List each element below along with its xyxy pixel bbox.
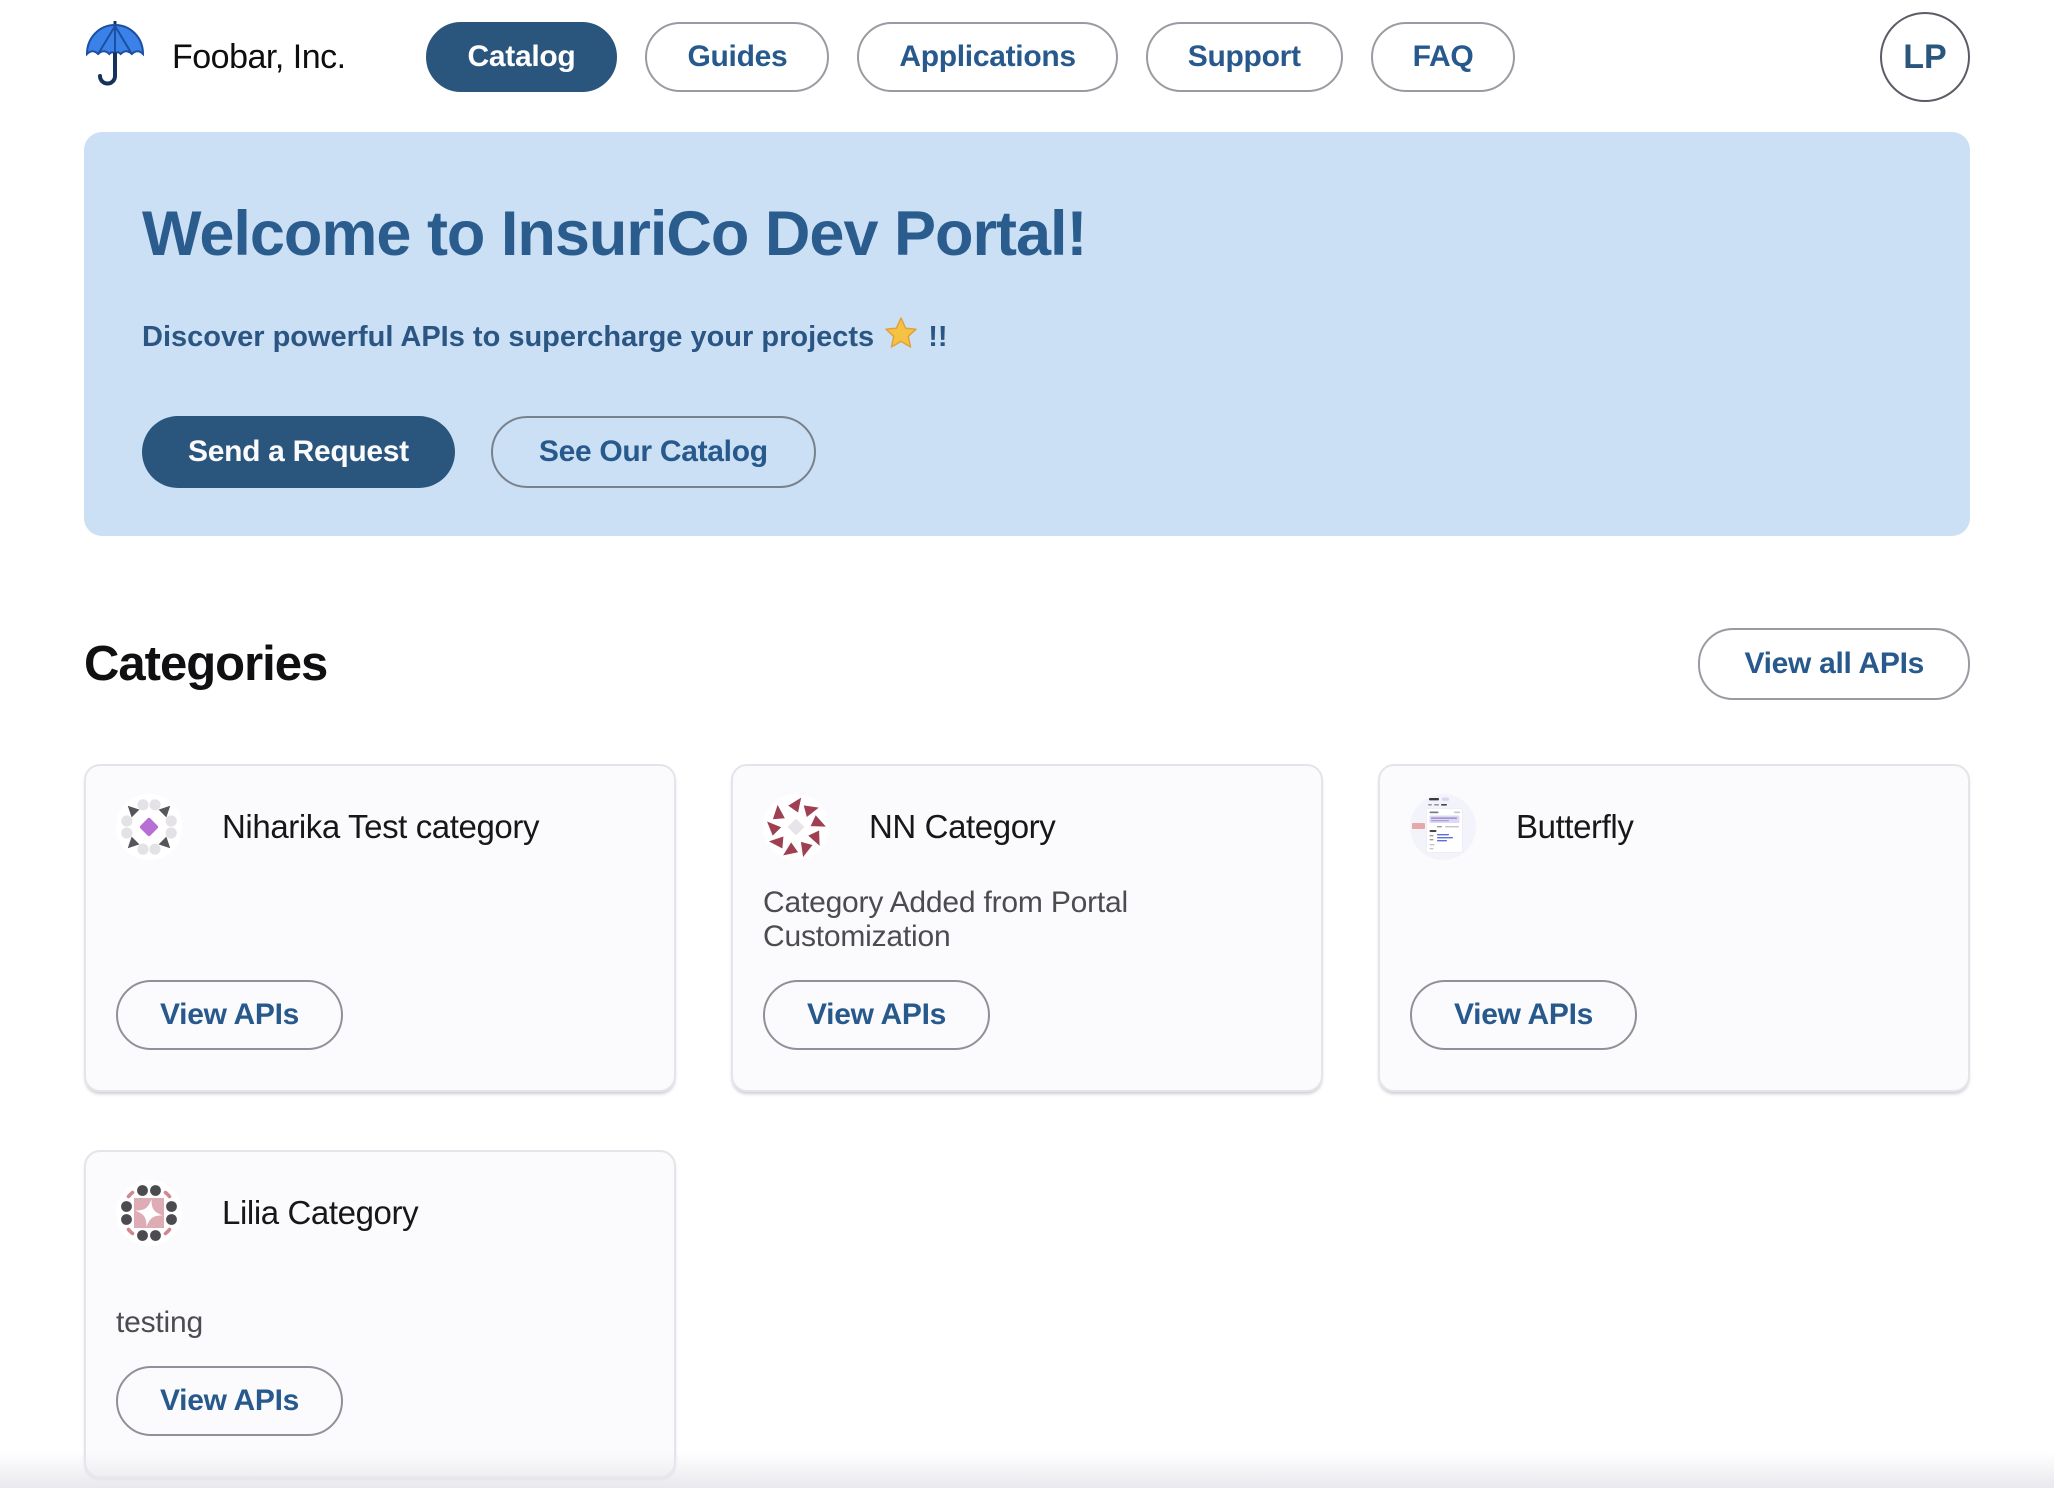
nav-tab-applications[interactable]: Applications (857, 22, 1117, 92)
hero-title: Welcome to InsuriCo Dev Portal! (142, 198, 1912, 270)
hero-banner: Welcome to InsuriCo Dev Portal! Discover… (84, 132, 1970, 536)
view-apis-button-butterfly[interactable]: View APIs (1410, 980, 1637, 1050)
card-description: testing (116, 1306, 644, 1340)
brand-name: Foobar, Inc. (172, 38, 346, 77)
umbrella-logo-icon (84, 21, 146, 94)
category-card-butterfly[interactable]: Butterfly View APIs (1378, 764, 1970, 1092)
hero-actions: Send a Request See Our Catalog (142, 416, 1912, 488)
category-card-lilia[interactable]: Lilia Category testing View APIs (84, 1150, 676, 1478)
view-apis-button-niharika[interactable]: View APIs (116, 980, 343, 1050)
card-description: Category Added from Portal Customization (763, 886, 1291, 954)
category-card-nn[interactable]: NN Category Category Added from Portal C… (731, 764, 1323, 1092)
card-title: Butterfly (1516, 808, 1633, 846)
hero-subtitle-text: Discover powerful APIs to supercharge yo… (142, 321, 874, 354)
butterfly-category-icon (1410, 794, 1476, 860)
user-avatar[interactable]: LP (1880, 12, 1970, 102)
lilia-category-icon (116, 1180, 182, 1246)
main-nav: Catalog Guides Applications Support FAQ (426, 22, 1516, 92)
category-cards-grid: Niharika Test category View APIs (84, 764, 1970, 1478)
nav-tab-guides[interactable]: Guides (645, 22, 829, 92)
categories-section-header: Categories View all APIs (84, 628, 1970, 700)
view-apis-button-lilia[interactable]: View APIs (116, 1366, 343, 1436)
footer-fade (0, 1452, 2054, 1488)
nav-tab-faq[interactable]: FAQ (1371, 22, 1516, 92)
brand[interactable]: Foobar, Inc. (84, 21, 346, 94)
star-icon (884, 316, 918, 358)
view-apis-button-nn[interactable]: View APIs (763, 980, 990, 1050)
category-card-niharika[interactable]: Niharika Test category View APIs (84, 764, 676, 1092)
header: Foobar, Inc. Catalog Guides Applications… (0, 0, 2054, 110)
card-title: Lilia Category (222, 1194, 418, 1232)
nn-category-icon (763, 794, 829, 860)
dev-portal-page: Foobar, Inc. Catalog Guides Applications… (0, 0, 2054, 1488)
view-all-apis-button[interactable]: View all APIs (1698, 628, 1970, 700)
hero-subtitle-suffix: !! (928, 321, 947, 354)
send-request-button[interactable]: Send a Request (142, 416, 455, 488)
nav-tab-support[interactable]: Support (1146, 22, 1343, 92)
hero-subtitle: Discover powerful APIs to supercharge yo… (142, 316, 1912, 358)
nav-tab-catalog[interactable]: Catalog (426, 22, 618, 92)
card-title: NN Category (869, 808, 1055, 846)
card-title: Niharika Test category (222, 808, 539, 846)
categories-heading: Categories (84, 636, 327, 692)
see-catalog-button[interactable]: See Our Catalog (491, 416, 816, 488)
niharika-category-icon (116, 794, 182, 860)
